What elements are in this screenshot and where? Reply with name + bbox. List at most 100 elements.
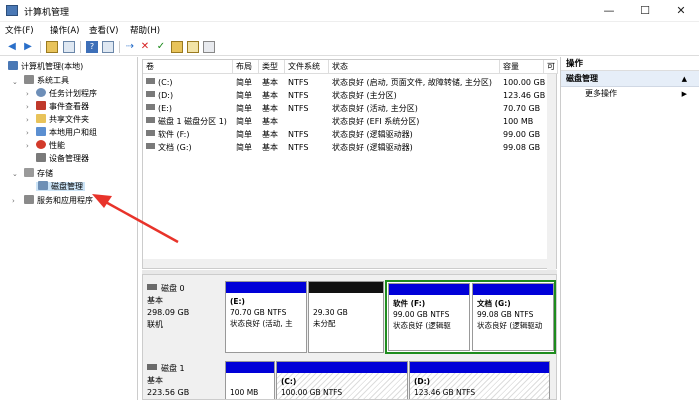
extended-partition[interactable]: 软件 (F:) 99.00 GB NTFS 状态良好 (逻辑驱 文档 (G:) …: [385, 280, 556, 354]
table-cell: (E:): [158, 104, 172, 113]
tree-node-event-viewer[interactable]: 事件查看器: [36, 100, 89, 113]
chevron-right-icon[interactable]: ›: [26, 103, 29, 111]
disk1-label[interactable]: 磁盘 1 基本 223.56 GB: [147, 363, 223, 399]
toolbar: ◀ ▶ ? ⇢ ✕ ✓: [0, 38, 699, 56]
help-icon[interactable]: ?: [86, 41, 98, 53]
column-header-free[interactable]: 可用: [544, 60, 558, 85]
table-row[interactable]: 磁盘 1 磁盘分区 1)简单基本状态良好 (EFI 系统分区)100 MB1: [143, 115, 552, 128]
chevron-right-icon[interactable]: ›: [12, 197, 15, 205]
up-folder-icon[interactable]: [46, 41, 58, 53]
table-cell: NTFS: [288, 104, 309, 113]
column-header-volume[interactable]: 卷: [143, 60, 233, 74]
close-button[interactable]: ✕: [663, 0, 699, 22]
more-actions[interactable]: 更多操作 ▶: [561, 87, 699, 101]
tree-node-shared-folders[interactable]: 共享文件夹: [36, 113, 89, 126]
back-arrow-icon[interactable]: ◀: [6, 41, 18, 53]
table-cell: 文档 (G:): [158, 143, 192, 152]
services-icon: [24, 195, 34, 204]
maximize-button[interactable]: ☐: [627, 0, 663, 22]
device-manager-icon: [36, 153, 46, 162]
table-cell: 磁盘 1 磁盘分区 1): [158, 117, 227, 126]
window-title: 计算机管理: [24, 8, 70, 18]
connect-icon[interactable]: ⇢: [124, 41, 136, 53]
chevron-right-icon: ▶: [681, 90, 687, 98]
tree-node-disk-management[interactable]: 磁盘管理: [36, 180, 85, 193]
tree-node-local-users[interactable]: 本地用户和组: [36, 126, 97, 139]
column-header-filesystem[interactable]: 文件系统: [285, 60, 329, 74]
clock-icon: [36, 88, 46, 97]
tree-node-root[interactable]: 计算机管理(本地): [8, 60, 83, 73]
delete-icon[interactable]: ✕: [139, 41, 151, 53]
table-cell: NTFS: [288, 91, 309, 100]
chevron-right-icon[interactable]: ›: [26, 129, 29, 137]
open-folder-icon[interactable]: [171, 41, 183, 53]
actions-header: 操作: [561, 57, 699, 71]
partition-c[interactable]: (C:) 100.00 GB NTFS: [276, 361, 408, 399]
partition-unallocated[interactable]: 29.30 GB 未分配: [308, 281, 384, 353]
menu-file[interactable]: 文件(F): [5, 24, 34, 36]
storage-icon: [24, 168, 34, 177]
table-cell: 基本: [262, 117, 278, 126]
table-cell: 100.00 GB: [503, 78, 545, 87]
tree-node-services[interactable]: 服务和应用程序: [24, 194, 93, 207]
check-icon[interactable]: ✓: [155, 41, 167, 53]
volume-icon: [146, 91, 155, 97]
chevron-down-icon[interactable]: ⌄: [12, 170, 18, 178]
chevron-right-icon[interactable]: ›: [26, 116, 29, 124]
disk-icon: [147, 364, 157, 370]
actions-pane: 操作 磁盘管理 ▲ 更多操作 ▶: [560, 57, 699, 400]
disk-view: 磁盘 0 基本 298.09 GB 联机 (E:) 70.70 GB NTFS …: [142, 274, 557, 400]
actions-section-disk-management[interactable]: 磁盘管理 ▲: [561, 71, 699, 87]
disk0-label[interactable]: 磁盘 0 基本 298.09 GB 联机: [147, 283, 223, 331]
column-header-status[interactable]: 状态: [329, 60, 500, 74]
disk-icon[interactable]: [203, 41, 215, 53]
table-row[interactable]: 软件 (F:)简单基本NTFS状态良好 (逻辑驱动器)99.00 GB9: [143, 128, 552, 141]
table-cell: NTFS: [288, 78, 309, 87]
tree-node-task-scheduler[interactable]: 任务计划程序: [36, 87, 97, 100]
table-row[interactable]: (E:)简单基本NTFS状态良好 (活动, 主分区)70.70 GB5: [143, 102, 552, 115]
tools-icon: [24, 75, 34, 84]
partition-g[interactable]: 文档 (G:) 99.08 GB NTFS 状态良好 (逻辑驱动: [472, 283, 554, 351]
chevron-down-icon[interactable]: ⌄: [12, 78, 18, 86]
column-header-capacity[interactable]: 容量: [500, 60, 544, 74]
column-header-layout[interactable]: 布局: [233, 60, 259, 74]
chevron-right-icon[interactable]: ›: [26, 142, 29, 150]
search-folder-icon[interactable]: [187, 41, 199, 53]
tree-node-performance[interactable]: 性能: [36, 139, 65, 152]
shared-folder-icon: [36, 114, 46, 123]
table-row[interactable]: (D:)简单基本NTFS状态良好 (主分区)123.46 GB9: [143, 89, 552, 102]
event-log-icon: [36, 101, 46, 110]
tree-node-device-manager[interactable]: 设备管理器: [36, 152, 89, 165]
tree-node-storage[interactable]: 存储: [24, 167, 53, 180]
properties-icon[interactable]: [102, 41, 114, 53]
volume-list: 卷 布局 类型 文件系统 状态 容量 可用 (C:)简单基本NTFS状态良好 (…: [142, 59, 558, 270]
table-cell: 99.08 GB: [503, 143, 541, 152]
menu-help[interactable]: 帮助(H): [130, 24, 160, 36]
column-header-type[interactable]: 类型: [259, 60, 285, 74]
partition-e[interactable]: (E:) 70.70 GB NTFS 状态良好 (活动, 主: [225, 281, 307, 353]
minimize-button[interactable]: —: [591, 0, 627, 22]
horizontal-scrollbar[interactable]: [143, 259, 548, 268]
table-row[interactable]: 文档 (G:)简单基本NTFS状态良好 (逻辑驱动器)99.08 GB9: [143, 141, 552, 154]
partition-f[interactable]: 软件 (F:) 99.00 GB NTFS 状态良好 (逻辑驱: [388, 283, 470, 351]
table-cell: NTFS: [288, 143, 309, 152]
menu-action[interactable]: 操作(A): [50, 24, 79, 36]
computer-icon: [8, 61, 18, 70]
table-cell: NTFS: [288, 130, 309, 139]
collapse-icon: ▲: [681, 75, 687, 83]
vertical-scrollbar[interactable]: [547, 74, 556, 270]
partition-efi[interactable]: 100 MB: [225, 361, 275, 399]
volume-icon: [146, 78, 155, 84]
volume-icon: [146, 117, 155, 123]
table-cell: 简单: [236, 104, 252, 113]
partition-d[interactable]: (D:) 123.46 GB NTFS: [409, 361, 550, 399]
table-row[interactable]: (C:) 简单 基本 NTFS 状态良好 (启动, 页面文件, 故障转储, 主分区) 10…: [143, 76, 552, 89]
forward-arrow-icon[interactable]: ▶: [22, 41, 34, 53]
tree-node-system-tools[interactable]: 系统工具: [24, 74, 69, 87]
table-cell: 基本: [262, 143, 278, 152]
chevron-right-icon[interactable]: ›: [26, 90, 29, 98]
show-tree-icon[interactable]: [63, 41, 75, 53]
table-cell: 基本: [262, 78, 278, 87]
menu-view[interactable]: 查看(V): [89, 24, 118, 36]
disk-management-icon: [38, 181, 48, 190]
